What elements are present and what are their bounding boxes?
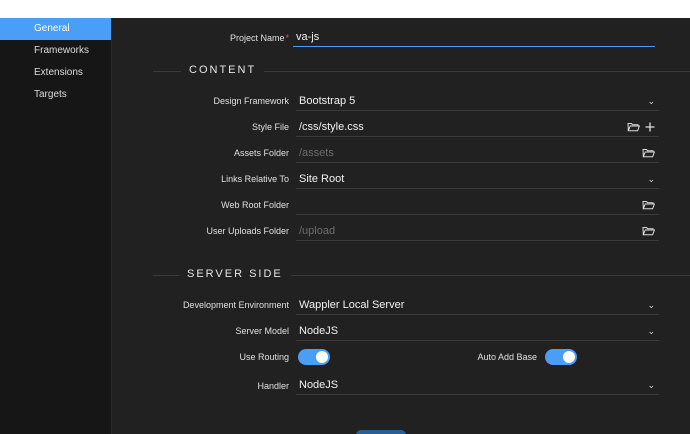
design-framework-select[interactable]: Bootstrap 5 ⌄ xyxy=(296,91,659,111)
folder-open-icon[interactable] xyxy=(642,226,655,236)
dev-env-select[interactable]: Wappler Local Server ⌄ xyxy=(296,295,659,315)
style-file-input[interactable]: /css/style.css xyxy=(296,117,659,137)
sidebar-item-frameworks[interactable]: Frameworks xyxy=(0,40,111,62)
chevron-down-icon: ⌄ xyxy=(647,96,655,106)
dev-env-label: Development Environment xyxy=(182,300,289,310)
chevron-down-icon: ⌄ xyxy=(647,300,655,310)
use-routing-toggle[interactable] xyxy=(298,349,330,365)
chevron-down-icon: ⌄ xyxy=(647,380,655,390)
uploads-folder-label: User Uploads Folder xyxy=(206,226,289,236)
project-name-label: Project Name* xyxy=(113,32,289,44)
design-framework-value: Bootstrap 5 xyxy=(299,95,356,107)
server-section-title: SERVER SIDE xyxy=(179,268,291,280)
folder-open-icon[interactable] xyxy=(627,122,640,132)
folder-open-icon[interactable] xyxy=(642,200,655,210)
server-model-value: NodeJS xyxy=(299,325,339,337)
use-routing-label: Use Routing xyxy=(239,352,289,362)
handler-value: NodeJS xyxy=(299,379,339,391)
links-relative-select[interactable]: Site Root ⌄ xyxy=(296,169,659,189)
uploads-folder-input[interactable]: /upload xyxy=(296,221,659,241)
links-relative-value: Site Root xyxy=(299,173,345,185)
links-relative-label: Links Relative To xyxy=(221,174,289,184)
folder-open-icon[interactable] xyxy=(642,148,655,158)
plus-icon[interactable] xyxy=(645,122,655,132)
project-name-label-text: Project Name xyxy=(229,33,285,43)
settings-sidebar: General Frameworks Extensions Targets xyxy=(0,18,112,434)
chevron-down-icon: ⌄ xyxy=(647,326,655,336)
assets-folder-input[interactable]: /assets xyxy=(296,143,659,163)
window-top-strip xyxy=(0,0,690,18)
sidebar-item-extensions[interactable]: Extensions xyxy=(0,62,111,84)
sidebar-item-general[interactable]: General xyxy=(0,18,111,40)
toggle-knob xyxy=(316,351,328,363)
required-marker: * xyxy=(285,33,289,43)
bottom-button-edge[interactable] xyxy=(356,430,406,434)
style-file-value: /css/style.css xyxy=(299,121,364,133)
assets-folder-label: Assets Folder xyxy=(233,148,289,158)
dev-env-value: Wappler Local Server xyxy=(299,299,405,311)
design-framework-label: Design Framework xyxy=(213,96,289,106)
project-name-value: va-js xyxy=(296,31,320,43)
content-section-title: CONTENT xyxy=(181,64,265,76)
assets-folder-placeholder: /assets xyxy=(299,147,334,159)
settings-main-panel: Project Name* va-js CONTENT Design Frame… xyxy=(113,18,690,434)
auto-add-base-toggle[interactable] xyxy=(545,349,577,365)
server-model-select[interactable]: NodeJS ⌄ xyxy=(296,321,659,341)
server-model-label: Server Model xyxy=(235,326,289,336)
web-root-label: Web Root Folder xyxy=(221,200,289,210)
uploads-folder-placeholder: /upload xyxy=(299,225,336,237)
project-name-input[interactable]: va-js xyxy=(293,27,655,47)
web-root-input[interactable] xyxy=(296,195,659,215)
handler-select[interactable]: NodeJS ⌄ xyxy=(296,375,659,395)
auto-add-base-label: Auto Add Base xyxy=(477,352,537,362)
toggle-knob xyxy=(563,351,575,363)
sidebar-item-targets[interactable]: Targets xyxy=(0,84,111,106)
style-file-label: Style File xyxy=(251,122,289,132)
handler-label: Handler xyxy=(257,381,289,391)
chevron-down-icon: ⌄ xyxy=(647,174,655,184)
